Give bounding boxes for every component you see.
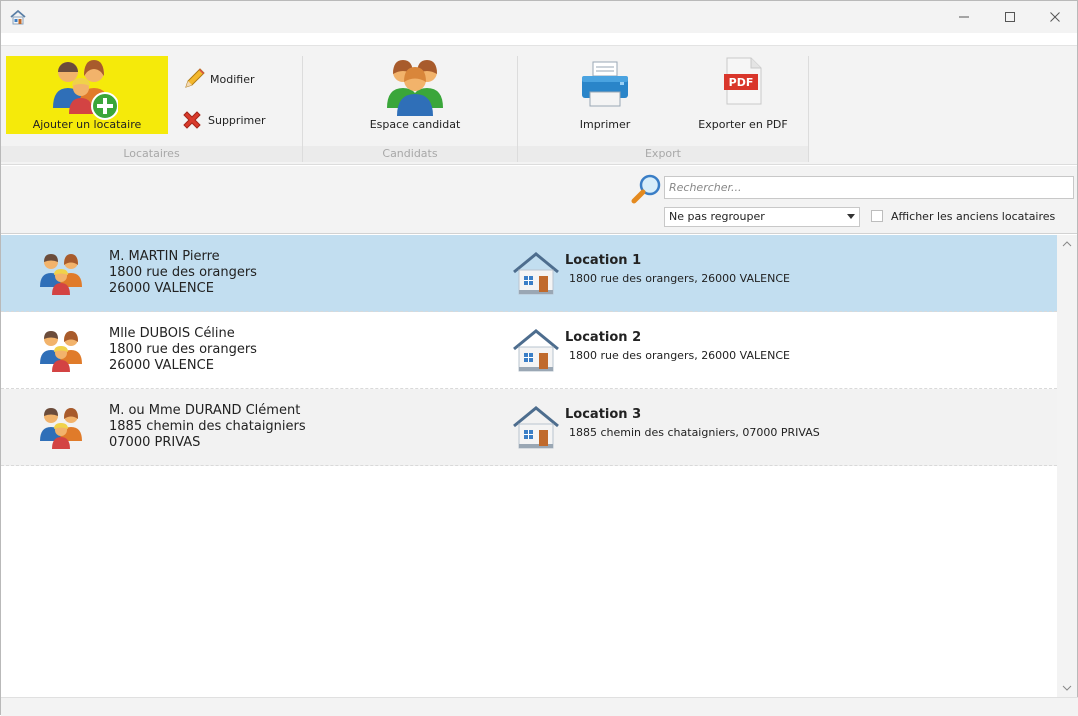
export-pdf-button[interactable]: PDF Exporter en PDF [690, 56, 796, 134]
location-title: Location 1 [565, 253, 642, 268]
delete-label: Supprimer [208, 113, 266, 127]
add-tenant-button[interactable]: Ajouter un locataire [6, 56, 168, 134]
candidate-space-label: Espace candidat [369, 118, 461, 131]
location-title: Location 2 [565, 330, 642, 345]
group-label-locataires: Locataires [1, 146, 302, 162]
tenant-icon [40, 254, 82, 295]
tenant-list: M. MARTIN Pierre 1800 rue des orangers 2… [1, 235, 1057, 697]
pencil-icon [185, 68, 205, 88]
export-pdf-label: Exporter en PDF [698, 118, 788, 131]
location-title: Location 3 [565, 407, 642, 422]
scroll-up-icon[interactable] [1057, 237, 1077, 251]
tenant-name: M. MARTIN Pierre [109, 249, 220, 264]
candidates-icon [387, 60, 443, 116]
modify-button[interactable]: Modifier [182, 67, 254, 91]
scroll-down-icon[interactable] [1057, 681, 1077, 695]
minimize-icon [959, 16, 969, 18]
tenant-street: 1800 rue des orangers [109, 265, 257, 280]
location-address: 1800 rue des orangers, 26000 VALENCE [569, 349, 790, 362]
modify-label: Modifier [210, 72, 255, 86]
tenant-info: M. ou Mme DURAND Clément 1885 chemin des… [109, 403, 306, 451]
vertical-scrollbar[interactable] [1057, 235, 1077, 697]
house-icon [513, 406, 559, 449]
group-export: Imprimer PDF Exporter en PDF Export [518, 56, 808, 162]
group-by-select[interactable]: Ne pas regrouper [664, 207, 860, 227]
tenant-city: 26000 VALENCE [109, 358, 214, 373]
close-button[interactable] [1032, 1, 1078, 33]
chevron-down-icon [847, 214, 855, 219]
print-label: Imprimer [579, 118, 631, 131]
tenant-info: M. MARTIN Pierre 1800 rue des orangers 2… [109, 249, 257, 297]
tenant-city: 26000 VALENCE [109, 281, 214, 296]
close-icon [1050, 12, 1060, 22]
tenant-icon [40, 331, 82, 372]
house-icon [513, 329, 559, 372]
candidate-space-button[interactable]: Espace candidat [353, 56, 477, 134]
group-by-value: Ne pas regrouper [669, 210, 765, 223]
status-strip [1, 697, 1078, 716]
group-label-candidats: Candidats [303, 146, 517, 162]
home-app-icon [10, 9, 26, 25]
search-icon [631, 174, 661, 204]
tenant-city: 07000 PRIVAS [109, 435, 201, 450]
group-separator [808, 56, 809, 162]
tenant-street: 1885 chemin des chataigniers [109, 419, 306, 434]
location-address: 1885 chemin des chataigniers, 07000 PRIV… [569, 426, 820, 439]
location-address: 1800 rue des orangers, 26000 VALENCE [569, 272, 790, 285]
maximize-button[interactable] [987, 1, 1033, 33]
delete-icon [183, 111, 201, 129]
table-row[interactable]: M. MARTIN Pierre 1800 rue des orangers 2… [1, 235, 1057, 312]
tenant-name: M. ou Mme DURAND Clément [109, 403, 301, 418]
app-window: Ajouter un locataire Modifier Supprimer … [0, 0, 1078, 716]
group-label-export: Export [518, 146, 808, 162]
search-input[interactable] [664, 176, 1074, 199]
table-row[interactable]: Mlle DUBOIS Céline 1800 rue des orangers… [1, 312, 1057, 389]
title-bar [1, 1, 1077, 33]
table-row[interactable]: M. ou Mme DURAND Clément 1885 chemin des… [1, 389, 1057, 466]
pdf-icon: PDF [724, 57, 762, 105]
tenant-icon [40, 408, 82, 449]
maximize-icon [1005, 12, 1015, 22]
ribbon: Ajouter un locataire Modifier Supprimer … [1, 45, 1077, 165]
group-locataires: Ajouter un locataire Modifier Supprimer … [1, 56, 302, 162]
tenant-street: 1800 rue des orangers [109, 342, 257, 357]
add-tenant-label: Ajouter un locataire [32, 118, 142, 131]
filter-bar: Ne pas regrouper Afficher les anciens lo… [1, 166, 1077, 234]
delete-button[interactable]: Supprimer [180, 108, 266, 132]
show-former-tenants-checkbox[interactable] [871, 210, 883, 222]
print-button[interactable]: Imprimer [568, 56, 642, 134]
house-icon [513, 252, 559, 295]
minimize-button[interactable] [941, 1, 987, 33]
show-former-tenants-label: Afficher les anciens locataires [891, 210, 1056, 223]
tenant-info: Mlle DUBOIS Céline 1800 rue des orangers… [109, 326, 257, 374]
printer-icon [582, 61, 628, 107]
add-tenant-icon [53, 60, 118, 120]
svg-text:PDF: PDF [729, 76, 754, 89]
tenant-name: Mlle DUBOIS Céline [109, 326, 235, 341]
group-candidats: Espace candidat Candidats [303, 56, 517, 162]
